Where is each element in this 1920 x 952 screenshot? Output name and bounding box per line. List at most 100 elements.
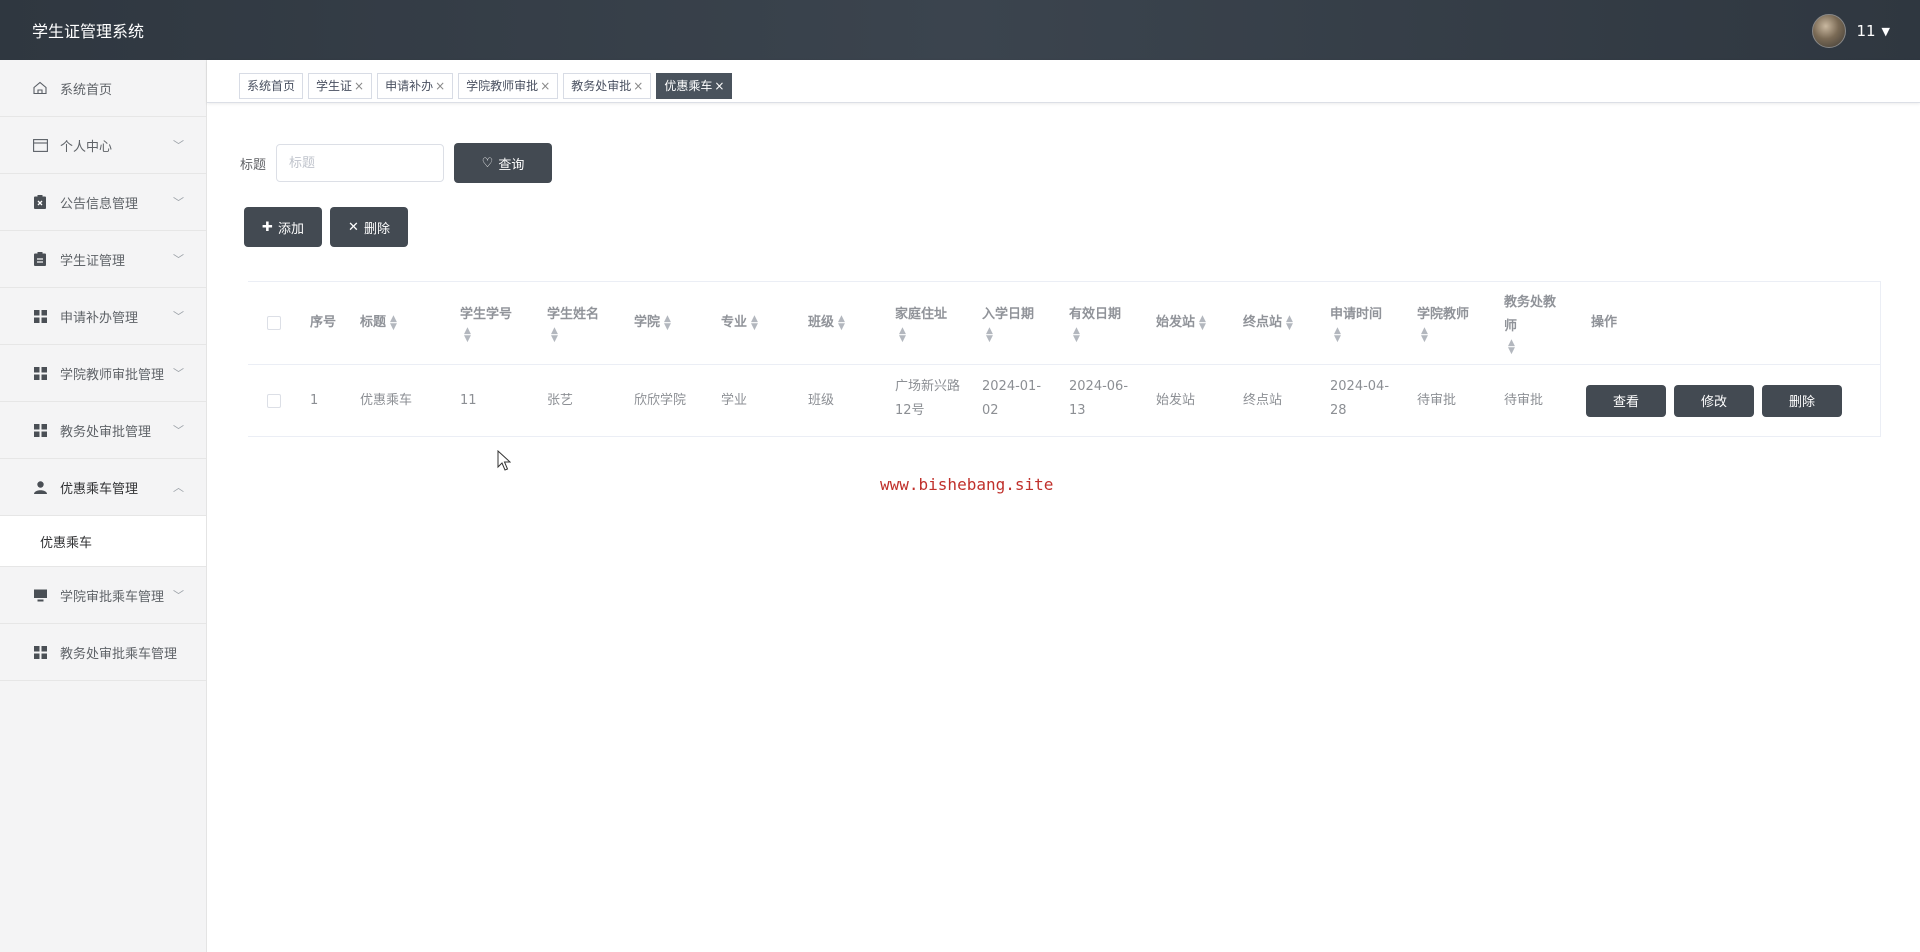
app-title: 学生证管理系统 <box>32 22 145 41</box>
user-menu[interactable]: 11 ▼ <box>1812 14 1890 48</box>
close-icon[interactable]: × <box>435 79 445 93</box>
close-icon[interactable]: × <box>354 79 364 93</box>
close-icon[interactable]: × <box>633 79 643 93</box>
avatar[interactable] <box>1812 14 1847 48</box>
caret-down-icon[interactable]: ▼ <box>1882 25 1890 38</box>
sidebar-item-label: 教务处审批管理 <box>60 424 152 440</box>
sort-icon[interactable]: ▲ ▼ <box>1421 327 1484 344</box>
cell-major: 学业 <box>721 392 748 408</box>
clipboard-x-icon <box>32 194 48 210</box>
header-cell[interactable]: 学院教师 ▲ ▼ <box>1407 282 1494 364</box>
header-label: 操作 <box>1591 315 1618 330</box>
title-search-input[interactable] <box>276 144 445 182</box>
sidebar-item-label: 教务处审批乘车管理 <box>60 646 178 662</box>
watermark: www.bishebang.site <box>880 475 1054 494</box>
tab-home[interactable]: 系统首页 <box>239 73 304 99</box>
sidebar-item-label: 系统首页 <box>60 82 113 98</box>
header-cell: 序号 <box>300 282 350 364</box>
header-label: 申请时间 <box>1330 307 1383 322</box>
tab-college-teacher-approval[interactable]: 学院教师审批 × <box>458 73 559 99</box>
user-name[interactable]: 11 <box>1856 22 1875 40</box>
edit-button[interactable]: 修改 <box>1674 384 1754 417</box>
header-cell[interactable]: 家庭住址 ▲ ▼ <box>885 282 972 364</box>
close-icon[interactable]: × <box>540 79 550 93</box>
grid-icon <box>32 422 48 438</box>
tab-reissue[interactable]: 申请补办 × <box>377 73 454 99</box>
sidebar-item-student-card-management[interactable]: 学生证管理 ﹀ <box>0 231 206 288</box>
sidebar-item-label: 学院教师审批管理 <box>60 367 165 383</box>
data-table: 序号 标题 ▲ ▼ 学生学号 ▲ ▼ 学生姓名 ▲ ▼ 学院 ▲ ▼ 专业 ▲ ▼ 班级 ▲ ▼ 家庭住… <box>248 281 1881 437</box>
sidebar-item-label: 优惠乘车管理 <box>60 481 139 497</box>
grid-icon <box>32 308 48 324</box>
view-button[interactable]: 查看 <box>1586 384 1666 417</box>
chevron-down-icon: ﹀ <box>173 589 184 602</box>
tab-academic-office-approval[interactable]: 教务处审批 × <box>563 73 652 99</box>
sidebar-item-office-ride-approval[interactable]: 教务处审批乘车管理 <box>0 624 206 681</box>
header-cell[interactable]: 学院 ▲ ▼ <box>624 282 711 364</box>
sort-icon[interactable]: ▲ ▼ <box>664 314 671 331</box>
batch-delete-button[interactable]: ✕ 删除 <box>330 207 408 247</box>
sort-icon[interactable]: ▲ ▼ <box>838 314 845 331</box>
delete-button[interactable]: 删除 <box>1762 384 1842 417</box>
mouse-cursor-icon <box>497 450 511 471</box>
sort-icon[interactable]: ▲ ▼ <box>986 327 1049 344</box>
header-label: 家庭住址 <box>895 307 948 322</box>
search-button[interactable]: ♡ 查询 <box>454 143 553 183</box>
sort-icon[interactable]: ▲ ▼ <box>464 327 527 344</box>
header-cell[interactable]: 有效日期 ▲ ▼ <box>1059 282 1146 364</box>
cell-class: 班级 <box>808 392 835 408</box>
header-label: 标题 <box>360 315 387 330</box>
header-cell[interactable]: 学生姓名 ▲ ▼ <box>537 282 624 364</box>
sidebar-item-label: 申请补办管理 <box>60 310 139 326</box>
sort-icon[interactable]: ▲ ▼ <box>1334 327 1397 344</box>
sort-icon[interactable]: ▲ ▼ <box>899 327 962 344</box>
row-checkbox[interactable] <box>267 393 281 408</box>
tab-label: 学院教师审批 <box>466 79 539 93</box>
clipboard-icon <box>32 251 48 267</box>
tags-view: 系统首页 学生证 × 申请补办 × 学院教师审批 × 教务处审批 × 优惠乘车 × <box>207 60 1920 103</box>
sidebar-item-personal-center[interactable]: 个人中心 ﹀ <box>0 117 206 174</box>
sort-icon[interactable]: ▲ ▼ <box>1508 339 1571 356</box>
header-label: 入学日期 <box>982 307 1035 322</box>
header-label: 教务处教师 <box>1504 295 1557 334</box>
cell-address: 广场新兴路12号 <box>895 379 961 418</box>
header-cell[interactable]: 入学日期 ▲ ▼ <box>972 282 1059 364</box>
sort-icon[interactable]: ▲ ▼ <box>551 327 614 344</box>
header-cell[interactable]: 申请时间 ▲ ▼ <box>1320 282 1407 364</box>
header-label: 专业 <box>721 315 748 330</box>
header-cell[interactable]: 标题 ▲ ▼ <box>350 282 450 364</box>
header-cell[interactable]: 专业 ▲ ▼ <box>711 282 798 364</box>
sort-icon[interactable]: ▲ ▼ <box>1286 314 1293 331</box>
sidebar-item-label: 学院审批乘车管理 <box>60 589 165 605</box>
sidebar-item-home[interactable]: 系统首页 <box>0 60 206 117</box>
sidebar-item-academic-office-approval[interactable]: 教务处审批管理 ﹀ <box>0 402 206 459</box>
header-cell[interactable]: 教务处教师 ▲ ▼ <box>1494 282 1581 364</box>
sidebar-item-reissue-management[interactable]: 申请补办管理 ﹀ <box>0 288 206 345</box>
sidebar-item-label: 个人中心 <box>60 139 113 155</box>
chevron-down-icon: ﹀ <box>173 196 184 209</box>
header-cell[interactable]: 始发站 ▲ ▼ <box>1146 282 1233 364</box>
header-cell[interactable]: 终点站 ▲ ▼ <box>1233 282 1320 364</box>
tab-discount-ride[interactable]: 优惠乘车 × <box>656 73 733 99</box>
sort-icon[interactable]: ▲ ▼ <box>751 314 758 331</box>
sidebar-item-discount-ride-management[interactable]: 优惠乘车管理 ︿ <box>0 459 206 516</box>
sort-icon[interactable]: ▲ ▼ <box>1073 327 1136 344</box>
sidebar-subitem-discount-ride[interactable]: 优惠乘车 <box>0 516 206 567</box>
sort-icon[interactable]: ▲ ▼ <box>1199 314 1206 331</box>
select-all-checkbox[interactable] <box>267 316 281 330</box>
search-form: 标题 ♡ 查询 <box>240 143 553 183</box>
table-row[interactable]: 1 优惠乘车 11 张艺 欣欣学院 学业 班级 广场新兴路12号 2024-01… <box>248 365 1880 436</box>
sort-icon[interactable]: ▲ ▼ <box>390 314 397 331</box>
close-icon[interactable]: × <box>714 79 724 93</box>
sidebar-item-notice-management[interactable]: 公告信息管理 ﹀ <box>0 174 206 231</box>
header-label: 学生姓名 <box>547 307 600 322</box>
add-button[interactable]: ✚ 添加 <box>244 207 322 247</box>
chevron-up-icon: ︿ <box>173 481 184 494</box>
tab-student-card[interactable]: 学生证 × <box>308 73 373 99</box>
header-cell[interactable]: 学生学号 ▲ ▼ <box>450 282 537 364</box>
sidebar-item-college-ride-approval[interactable]: 学院审批乘车管理 ﹀ <box>0 567 206 624</box>
delete-button-label: 删除 <box>363 221 390 237</box>
sidebar-item-college-teacher-approval[interactable]: 学院教师审批管理 ﹀ <box>0 345 206 402</box>
cell-college: 欣欣学院 <box>634 392 687 408</box>
header-cell[interactable]: 班级 ▲ ▼ <box>798 282 885 364</box>
